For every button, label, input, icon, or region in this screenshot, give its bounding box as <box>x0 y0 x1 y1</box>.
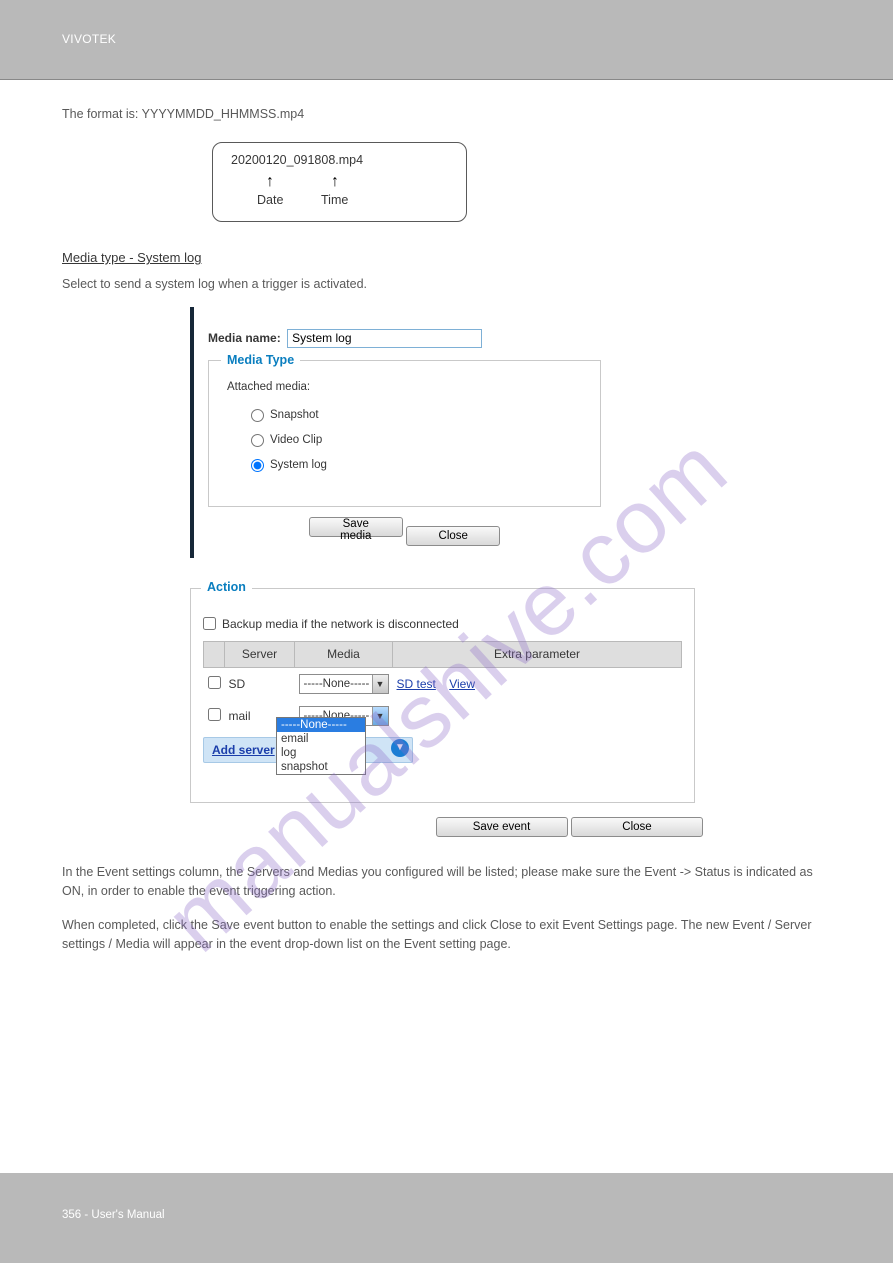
radio-snapshot-label: Snapshot <box>270 409 319 421</box>
chevron-down-icon: ▼ <box>372 707 388 725</box>
action-fieldset: Action Backup media if the network is di… <box>190 588 695 803</box>
radio-snapshot-input[interactable] <box>251 409 264 422</box>
filename-date-label: Date <box>257 193 283 207</box>
dropdown-option-none[interactable]: -----None----- <box>277 718 365 732</box>
after-paragraph-1: In the Event settings column, the Server… <box>62 863 831 902</box>
page-content: The format is: YYYYMMDD_HHMMSS.mp4 20200… <box>0 80 893 954</box>
action-table: Server Media Extra parameter SD -----Non… <box>203 641 682 732</box>
th-extra: Extra parameter <box>393 641 682 667</box>
close-media-button[interactable]: Close <box>406 526 500 546</box>
media-type-fieldset: Media Type Attached media: Snapshot Vide… <box>208 360 601 507</box>
arrow-up-icon: ↑ <box>266 173 274 191</box>
sd-checkbox[interactable] <box>208 676 221 689</box>
radio-systemlog-label: System log <box>270 459 327 471</box>
media-dropdown-open: -----None----- email log snapshot <box>276 717 366 775</box>
filename-example: 20200120_091808.mp4 <box>231 153 363 167</box>
sd-media-select[interactable]: -----None----- ▼ <box>299 674 389 694</box>
intro-text: The format is: YYYYMMDD_HHMMSS.mp4 <box>62 105 831 124</box>
radio-snapshot[interactable]: Snapshot <box>251 409 586 422</box>
media-type-legend: Media Type <box>221 353 300 367</box>
radio-videoclip-label: Video Clip <box>270 434 322 446</box>
footer-page: 356 - User's Manual <box>62 1209 165 1221</box>
systemlog-desc: Select to send a system log when a trigg… <box>62 275 831 294</box>
radio-videoclip-input[interactable] <box>251 434 264 447</box>
save-media-button[interactable]: Save media <box>309 517 403 537</box>
add-server-link[interactable]: Add server <box>212 743 275 757</box>
chevron-down-icon: ▼ <box>372 675 388 693</box>
th-server: Server <box>225 641 295 667</box>
media-name-input[interactable] <box>287 329 482 348</box>
view-link[interactable]: View <box>449 677 475 691</box>
filename-time-label: Time <box>321 193 348 207</box>
dropdown-option-email[interactable]: email <box>277 732 365 746</box>
action-legend: Action <box>201 580 252 594</box>
header-title: VIVOTEK <box>62 32 116 46</box>
radio-videoclip[interactable]: Video Clip <box>251 434 586 447</box>
after-paragraph-2: When completed, click the Save event but… <box>62 916 831 955</box>
section-heading-systemlog: Media type - System log <box>62 250 831 265</box>
mail-checkbox[interactable] <box>208 708 221 721</box>
footer-bar: 356 - User's Manual <box>0 1173 893 1263</box>
backup-media-checkbox-row[interactable]: Backup media if the network is disconnec… <box>203 617 682 631</box>
media-config-panel: Media name: Media Type Attached media: S… <box>190 307 615 558</box>
dropdown-toggle-icon[interactable]: ▼ <box>391 739 409 757</box>
filename-example-box: 20200120_091808.mp4 ↑ ↑ Date Time <box>212 142 467 222</box>
arrow-up-icon: ↑ <box>331 173 339 191</box>
dropdown-option-log[interactable]: log <box>277 746 365 760</box>
action-panel: Action Backup media if the network is di… <box>190 588 695 803</box>
backup-media-checkbox[interactable] <box>203 617 216 630</box>
sd-media-value: -----None----- <box>304 678 370 690</box>
close-event-button[interactable]: Close <box>571 817 703 837</box>
attached-media-label: Attached media: <box>227 381 586 393</box>
th-media: Media <box>295 641 393 667</box>
backup-media-label: Backup media if the network is disconnec… <box>222 617 459 631</box>
sd-label: SD <box>225 667 295 700</box>
header-bar: VIVOTEK <box>0 0 893 80</box>
table-row-sd: SD -----None----- ▼ SD test View <box>204 667 682 700</box>
radio-systemlog[interactable]: System log <box>251 459 586 472</box>
media-name-label: Media name: <box>208 331 281 345</box>
dropdown-option-snapshot[interactable]: snapshot <box>277 760 365 774</box>
radio-systemlog-input[interactable] <box>251 459 264 472</box>
save-event-button[interactable]: Save event <box>436 817 568 837</box>
sd-test-link[interactable]: SD test <box>397 677 436 691</box>
